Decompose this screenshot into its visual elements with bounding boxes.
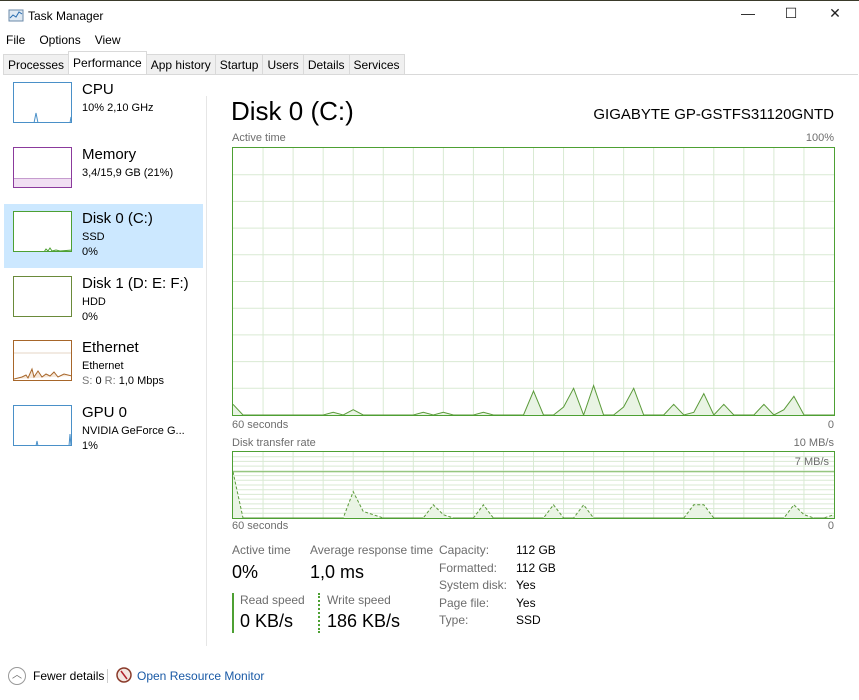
chart1-max: 100% xyxy=(805,132,834,144)
property-label: Type: xyxy=(439,613,469,627)
sidebar-item-usage: 1% xyxy=(82,439,98,452)
sidebar-item-ethernet[interactable]: Ethernet Ethernet S: 0 R: 1,0 Mbps xyxy=(4,333,203,397)
property-label: Page file: xyxy=(439,595,490,610)
sidebar-item-detail: Ethernet xyxy=(82,360,124,372)
active-time-chart xyxy=(232,147,835,416)
sidebar-item-name: CPU xyxy=(82,81,114,98)
active-time-label: Active time xyxy=(232,543,291,557)
divider xyxy=(206,96,207,646)
write-speed-value: 186 KB/s xyxy=(327,611,401,631)
sidebar-item-disk[interactable]: Disk 0 (C:) SSD 0% xyxy=(4,204,203,268)
avg-response-value: 1,0 ms xyxy=(310,562,365,582)
sidebar-item-name: Memory xyxy=(82,145,137,163)
send-value: 0 xyxy=(95,375,102,387)
window-title: Task Manager xyxy=(28,9,104,23)
transfer-rate-chart xyxy=(232,451,835,519)
tab-details[interactable]: Details xyxy=(302,54,350,74)
read-speed-legend xyxy=(232,593,234,633)
footer-separator xyxy=(107,669,108,683)
title-bar: Task Manager — ☐ ✕ xyxy=(0,1,859,31)
sidebar-item-detail: 3,4/15,9 GB (21%) xyxy=(82,166,174,179)
sidebar-thumbnail-graph xyxy=(13,211,72,252)
maximize-button[interactable]: ☐ xyxy=(776,5,806,27)
page-title: Disk 0 (C:) xyxy=(231,96,354,126)
property-value: Yes xyxy=(516,595,536,610)
menu-file[interactable]: File xyxy=(6,33,25,47)
sidebar-item-name: GPU 0 xyxy=(82,403,128,421)
resource-monitor-icon xyxy=(116,667,132,683)
tab-users[interactable]: Users xyxy=(262,54,304,74)
property-label: Formatted: xyxy=(439,560,498,575)
property-label: Capacity: xyxy=(439,543,490,557)
sidebar-item-name: Disk 1 (D: E: F:) xyxy=(82,274,189,292)
plot-area xyxy=(232,452,835,519)
disk-model: GIGABYTE GP-GSTFS31120GNTD xyxy=(593,106,834,123)
read-speed-label: Read speed xyxy=(240,593,305,607)
tab-app-history[interactable]: App history xyxy=(145,54,216,74)
chart1-label: Active time xyxy=(232,132,286,144)
sidebar-item-disk1[interactable]: Disk 1 (D: E: F:) HDD 0% xyxy=(4,269,203,333)
tab-services[interactable]: Services xyxy=(348,54,405,74)
property-value: 112 GB xyxy=(516,543,556,557)
avg-response-label: Average response time xyxy=(310,543,434,557)
chart2-max: 10 MB/s xyxy=(793,437,834,449)
task-manager-icon xyxy=(8,9,24,22)
sidebar-item-detail: 10% 2,10 GHz xyxy=(82,102,154,114)
write-speed-legend xyxy=(318,593,320,633)
sidebar-thumbnail-graph xyxy=(13,82,72,123)
menu-options[interactable]: Options xyxy=(39,33,80,47)
sidebar-item-name: Ethernet xyxy=(82,339,139,356)
menu-bar: File Options View xyxy=(6,33,121,47)
receive-label: R: xyxy=(104,375,116,387)
chart2-xlabel: 60 seconds xyxy=(232,520,289,532)
sidebar-item-gpu[interactable]: GPU 0 NVIDIA GeForce G... 1% xyxy=(4,398,203,462)
chart2-line-label: 7 MB/s xyxy=(794,456,829,468)
sidebar-item-detail: NVIDIA GeForce G... xyxy=(82,424,185,437)
sidebar-item-name: Disk 0 (C:) xyxy=(82,210,153,227)
sidebar-item-memory[interactable]: Memory 3,4/15,9 GB (21%) xyxy=(4,140,203,204)
tab-startup[interactable]: Startup xyxy=(214,54,264,74)
sidebar-thumbnail-graph xyxy=(13,146,72,188)
write-speed-label: Write speed xyxy=(327,593,391,607)
sidebar-item-usage: 0% xyxy=(82,310,98,323)
chart2-xend: 0 xyxy=(827,520,834,532)
sidebar-thumbnail-graph xyxy=(13,340,72,381)
tab-performance[interactable]: Performance xyxy=(68,51,147,73)
plot-area xyxy=(232,148,834,416)
receive-value: 1,0 Mbps xyxy=(118,375,164,387)
sidebar-item-cpu[interactable]: CPU 10% 2,10 GHz xyxy=(4,75,203,139)
chart2-label: Disk transfer rate xyxy=(232,437,316,449)
fewer-details-button[interactable]: Fewer details xyxy=(33,669,104,683)
property-value: 112 GB xyxy=(516,560,556,575)
open-resource-monitor-link[interactable]: Open Resource Monitor xyxy=(137,669,264,683)
sidebar-thumbnail-graph xyxy=(13,404,72,446)
send-label: S: xyxy=(82,375,93,387)
chart1-xend: 0 xyxy=(827,419,834,431)
sidebar-item-usage: 0% xyxy=(82,246,98,258)
property-label: System disk: xyxy=(439,578,508,592)
menu-view[interactable]: View xyxy=(95,33,121,47)
property-value: Yes xyxy=(516,578,536,592)
property-value: SSD xyxy=(516,613,541,627)
chart1-xlabel: 60 seconds xyxy=(232,419,289,431)
tab-bar: Processes Performance App history Startu… xyxy=(3,51,858,75)
active-time-value: 0% xyxy=(232,562,259,582)
sidebar-item-detail: SSD xyxy=(82,231,105,243)
minimize-button[interactable]: — xyxy=(733,5,763,27)
tab-processes[interactable]: Processes xyxy=(3,54,70,74)
read-speed-value: 0 KB/s xyxy=(240,611,294,631)
sidebar-item-detail: HDD xyxy=(82,295,106,308)
chevron-up-icon[interactable]: ︿ xyxy=(8,667,26,685)
close-button[interactable]: ✕ xyxy=(820,5,850,27)
sidebar-thumbnail-graph xyxy=(13,275,72,317)
